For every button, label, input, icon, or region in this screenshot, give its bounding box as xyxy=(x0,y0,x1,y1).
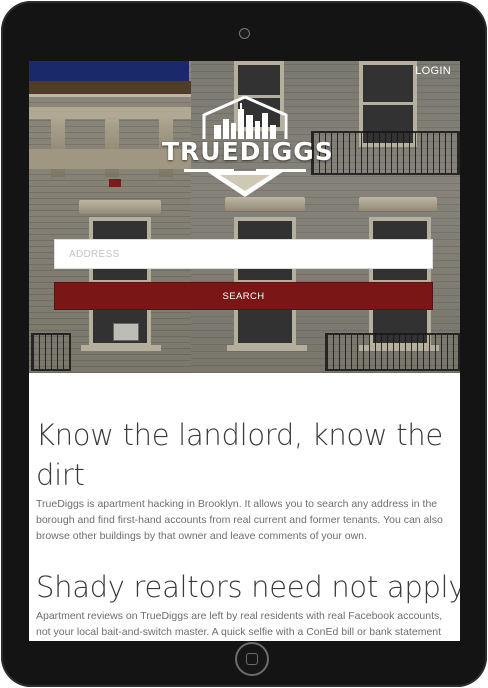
section-body-realtors: Apartment reviews on TrueDiggs are left … xyxy=(36,610,443,638)
brand-logo[interactable]: TRUEDIGGS xyxy=(162,95,334,201)
camera-icon xyxy=(239,28,250,39)
hero-section: LOGIN TRUEDIGGS ADDRESS SEARCH xyxy=(29,61,460,373)
content-section: Know the landlord, know the dirt TrueDig… xyxy=(29,373,460,641)
section-heading-landlord: Know the landlord, know the dirt xyxy=(36,418,443,492)
home-button[interactable] xyxy=(235,642,269,676)
section-body-landlord: TrueDiggs is apartment hacking in Brookl… xyxy=(36,498,443,542)
tablet-frame: LOGIN TRUEDIGGS ADDRESS SEARCH Know the … xyxy=(1,1,487,687)
home-square-icon xyxy=(246,653,258,665)
screen: LOGIN TRUEDIGGS ADDRESS SEARCH Know the … xyxy=(29,61,460,641)
address-input[interactable] xyxy=(54,239,433,269)
search-button[interactable]: SEARCH xyxy=(54,282,433,310)
brand-name: TRUEDIGGS xyxy=(162,137,334,166)
login-link[interactable]: LOGIN xyxy=(415,65,451,77)
section-heading-realtors: Shady realtors need not apply xyxy=(36,570,460,604)
